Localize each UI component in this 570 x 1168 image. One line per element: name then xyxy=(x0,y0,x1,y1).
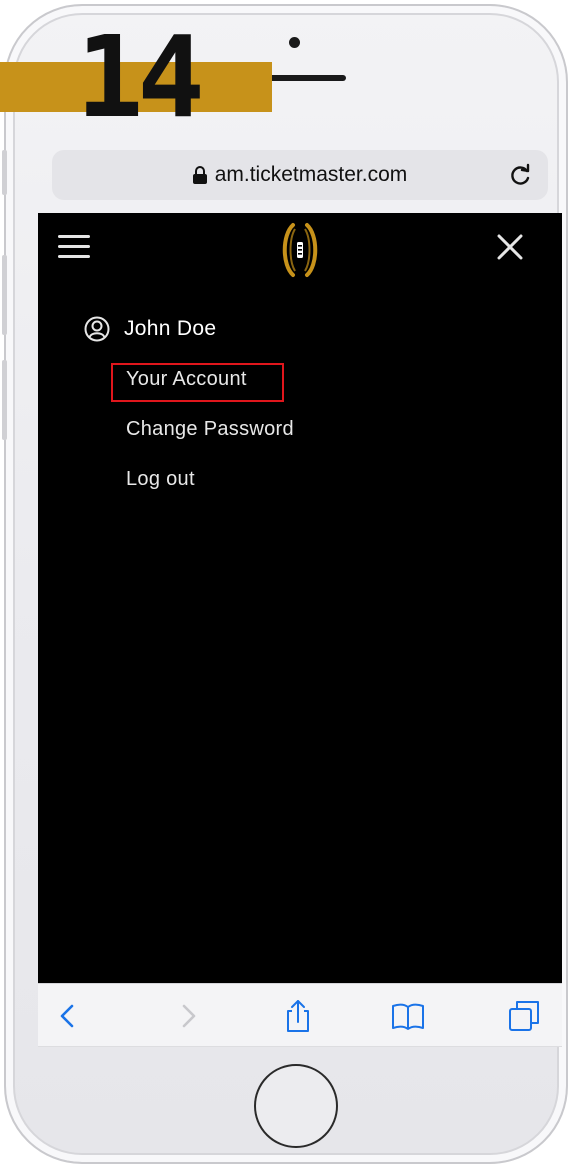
change-password-link[interactable]: Change Password xyxy=(126,418,294,441)
user-row: John Doe xyxy=(84,316,216,342)
log-out-link[interactable]: Log out xyxy=(126,468,195,491)
url-text: am.ticketmaster.com xyxy=(214,163,408,186)
step-number: 14 xyxy=(76,13,205,143)
volume-down-button xyxy=(2,360,7,440)
url-content: am.ticketmaster.com xyxy=(52,150,548,200)
tabs-icon[interactable] xyxy=(506,998,542,1034)
chevron-left-icon[interactable] xyxy=(50,998,86,1034)
browser-toolbar xyxy=(38,983,562,1047)
page: 14 am.ticketmaster.com John Doe Your Acc… xyxy=(0,0,570,1168)
mute-switch xyxy=(2,150,7,195)
close-icon[interactable] xyxy=(496,233,524,261)
chevron-right-icon[interactable] xyxy=(170,998,206,1034)
reload-icon[interactable] xyxy=(508,162,534,188)
user-circle-icon xyxy=(84,316,110,342)
volume-up-button xyxy=(2,255,7,335)
football-logo-icon[interactable] xyxy=(278,221,322,279)
book-icon[interactable] xyxy=(390,998,426,1034)
lock-icon xyxy=(192,166,207,184)
home-button[interactable] xyxy=(254,1064,338,1148)
hamburger-menu-icon[interactable] xyxy=(58,235,90,259)
user-name: John Doe xyxy=(124,317,217,340)
web-content: John Doe Your Account Change Password Lo… xyxy=(38,213,562,983)
share-icon[interactable] xyxy=(280,998,316,1034)
your-account-link[interactable]: Your Account xyxy=(126,368,247,391)
front-camera xyxy=(289,37,300,48)
url-bar[interactable]: am.ticketmaster.com xyxy=(52,150,548,200)
